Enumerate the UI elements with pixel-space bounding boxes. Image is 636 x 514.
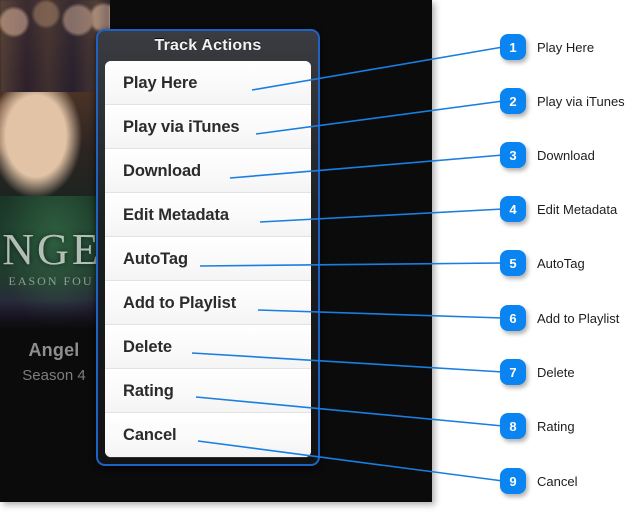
annotation-label-8: Rating — [537, 418, 575, 434]
annotation-badge-7: 7 — [500, 359, 526, 385]
annotation-label-1: Play Here — [537, 39, 595, 55]
poster-subtitle-glyph: EASON FOU — [8, 274, 94, 288]
media-subtitle: Season 4 — [22, 367, 86, 384]
sheet-title: Track Actions — [154, 37, 262, 54]
annotation-label-2: Play via iTunes — [537, 93, 625, 109]
annotation-9: 9 Cancel — [500, 468, 577, 494]
annotation-badge-5: 5 — [500, 250, 526, 276]
album-poster-artwork: NGE EASON FOU — [0, 0, 110, 330]
annotation-badge-9: 9 — [500, 468, 526, 494]
annotation-7: 7 Delete — [500, 359, 575, 385]
poster-title-glyph: NGE — [2, 225, 102, 274]
menu-item-add-to-playlist[interactable]: Add to Playlist — [105, 281, 311, 325]
menu-item-edit-metadata[interactable]: Edit Metadata — [105, 193, 311, 237]
annotation-badge-8: 8 — [500, 413, 526, 439]
menu-item-cancel[interactable]: Cancel — [105, 413, 311, 457]
sheet-item-list: Play Here Play via iTunes Download Edit … — [105, 61, 311, 457]
menu-item-rating[interactable]: Rating — [105, 369, 311, 413]
annotation-5: 5 AutoTag — [500, 250, 585, 276]
annotation-4: 4 Edit Metadata — [500, 196, 617, 222]
annotation-label-4: Edit Metadata — [537, 201, 618, 217]
annotation-badge-4: 4 — [500, 196, 526, 222]
annotation-1: 1 Play Here — [500, 34, 594, 60]
app-screenshot-panel: NGE EASON FOU Angel Season 4 Track Actio… — [0, 0, 432, 502]
annotation-8: 8 Rating — [500, 413, 575, 439]
track-actions-sheet: Track Actions Play Here Play via iTunes … — [96, 29, 320, 466]
annotation-badge-1: 1 — [500, 34, 526, 60]
annotation-6: 6 Add to Playlist — [500, 305, 619, 331]
menu-item-download[interactable]: Download — [105, 149, 311, 193]
menu-item-play-here[interactable]: Play Here — [105, 61, 311, 105]
annotation-label-7: Delete — [537, 364, 575, 380]
annotation-badge-6: 6 — [500, 305, 526, 331]
media-title: Angel — [28, 340, 80, 360]
annotation-badge-2: 2 — [500, 88, 526, 114]
annotation-label-3: Download — [537, 147, 595, 163]
annotation-label-5: AutoTag — [537, 255, 585, 271]
annotation-3: 3 Download — [500, 142, 595, 168]
poster-fade-overlay — [0, 300, 110, 330]
menu-item-autotag[interactable]: AutoTag — [105, 237, 311, 281]
menu-item-play-via-itunes[interactable]: Play via iTunes — [105, 105, 311, 149]
annotation-badge-3: 3 — [500, 142, 526, 168]
menu-item-delete[interactable]: Delete — [105, 325, 311, 369]
page-root: NGE EASON FOU Angel Season 4 Track Actio… — [0, 0, 636, 514]
annotation-2: 2 Play via iTunes — [500, 88, 625, 114]
annotation-label-6: Add to Playlist — [537, 310, 620, 326]
annotation-label-9: Cancel — [537, 473, 578, 489]
